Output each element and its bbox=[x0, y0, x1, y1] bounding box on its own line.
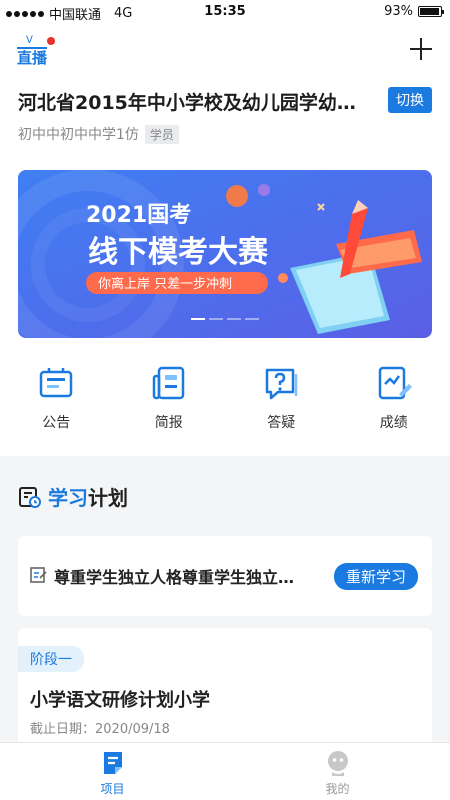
carousel-dot[interactable] bbox=[245, 318, 259, 320]
current-plan-card[interactable]: 尊重学生独立人格尊重学生独立人格 重新学习 bbox=[18, 536, 432, 616]
status-time: 15:35 bbox=[204, 4, 246, 19]
carousel-indicator bbox=[18, 318, 432, 320]
current-plan-item: 尊重学生独立人格尊重学生独立人格 bbox=[54, 568, 306, 587]
tab-bar: 项目 我的 bbox=[0, 742, 450, 800]
stage-card[interactable]: 阶段一 小学语文研修计划小学 截止日期：2020/09/18 bbox=[18, 628, 432, 758]
role-badge: 学员 bbox=[144, 124, 179, 144]
carousel-dot[interactable] bbox=[209, 318, 223, 320]
stage-badge: 阶段一 bbox=[18, 646, 84, 672]
quick-item-label: 答疑 bbox=[267, 415, 296, 431]
tv-antenna-icon: ᐯ bbox=[26, 35, 33, 46]
calendar-clock-icon bbox=[19, 486, 41, 508]
status-right: 93% bbox=[384, 4, 444, 19]
tab-mine[interactable]: 我的 bbox=[225, 743, 450, 800]
quick-item-label: 简报 bbox=[154, 415, 183, 431]
qa-icon bbox=[266, 368, 298, 400]
banner-line1: 2021国考 bbox=[86, 203, 191, 228]
briefing-icon bbox=[152, 366, 184, 400]
tab-label: 我的 bbox=[325, 782, 350, 796]
course-deadline: 截止日期：2020/09/18 bbox=[30, 722, 170, 737]
live-logo-button[interactable]: ᐯ 直播 bbox=[17, 36, 55, 66]
quick-item-briefing[interactable]: 简报 bbox=[113, 364, 226, 444]
score-icon bbox=[378, 366, 412, 400]
banner-tagline: 你离上岸 只差一步冲刺 bbox=[98, 276, 232, 292]
study-plan-title-highlight: 学习 bbox=[48, 486, 88, 510]
school-name: 初中中初中中学1仿 bbox=[18, 127, 139, 143]
quick-nav: 公告 简报 答疑 成绩 bbox=[0, 364, 450, 444]
notification-dot bbox=[47, 37, 55, 45]
project-icon bbox=[103, 752, 122, 774]
study-plan-header: 学习 计划 bbox=[18, 482, 128, 511]
user-icon bbox=[327, 751, 348, 776]
live-logo-text: 直播 bbox=[17, 47, 48, 67]
nav-bar: ᐯ 直播 bbox=[0, 24, 450, 76]
project-subtitle: 初中中初中中学1仿 学员 bbox=[18, 124, 179, 144]
restudy-button[interactable]: 重新学习 bbox=[333, 563, 418, 590]
add-icon[interactable] bbox=[410, 38, 432, 60]
carousel-dot[interactable] bbox=[227, 318, 241, 320]
quick-item-announcement[interactable]: 公告 bbox=[0, 364, 113, 444]
quick-item-score[interactable]: 成绩 bbox=[338, 364, 450, 444]
edit-note-icon bbox=[30, 567, 47, 583]
project-title: 河北省2015年中小学校及幼儿园学幼… bbox=[18, 92, 356, 114]
top-section: ᐯ 直播 河北省2015年中小学校及幼儿园学幼… 切换 初中中初中中学1仿 学员 bbox=[0, 24, 450, 456]
banner-art: 2021国考 线下模考大赛 你离上岸 只差一步冲刺 bbox=[18, 170, 432, 338]
tab-label: 项目 bbox=[100, 782, 125, 796]
battery-icon bbox=[418, 6, 444, 17]
course-title: 小学语文研修计划小学 bbox=[30, 690, 210, 711]
promo-banner[interactable]: 2021国考 线下模考大赛 你离上岸 只差一步冲刺 bbox=[18, 170, 432, 338]
battery-fill bbox=[420, 8, 439, 15]
quick-item-label: 成绩 bbox=[379, 415, 408, 431]
switch-button[interactable]: 切换 bbox=[388, 87, 432, 113]
tab-project[interactable]: 项目 bbox=[0, 743, 225, 800]
quick-item-label: 公告 bbox=[42, 415, 71, 431]
status-bar: 中国联通 4G 15:35 93% bbox=[0, 0, 450, 24]
banner-line2: 线下模考大赛 bbox=[88, 235, 269, 270]
battery-percent: 93% bbox=[384, 4, 413, 19]
study-plan-title: 计划 bbox=[88, 486, 128, 510]
announcement-icon bbox=[40, 368, 73, 398]
carousel-dot[interactable] bbox=[191, 318, 205, 320]
quick-item-qa[interactable]: 答疑 bbox=[225, 364, 338, 444]
